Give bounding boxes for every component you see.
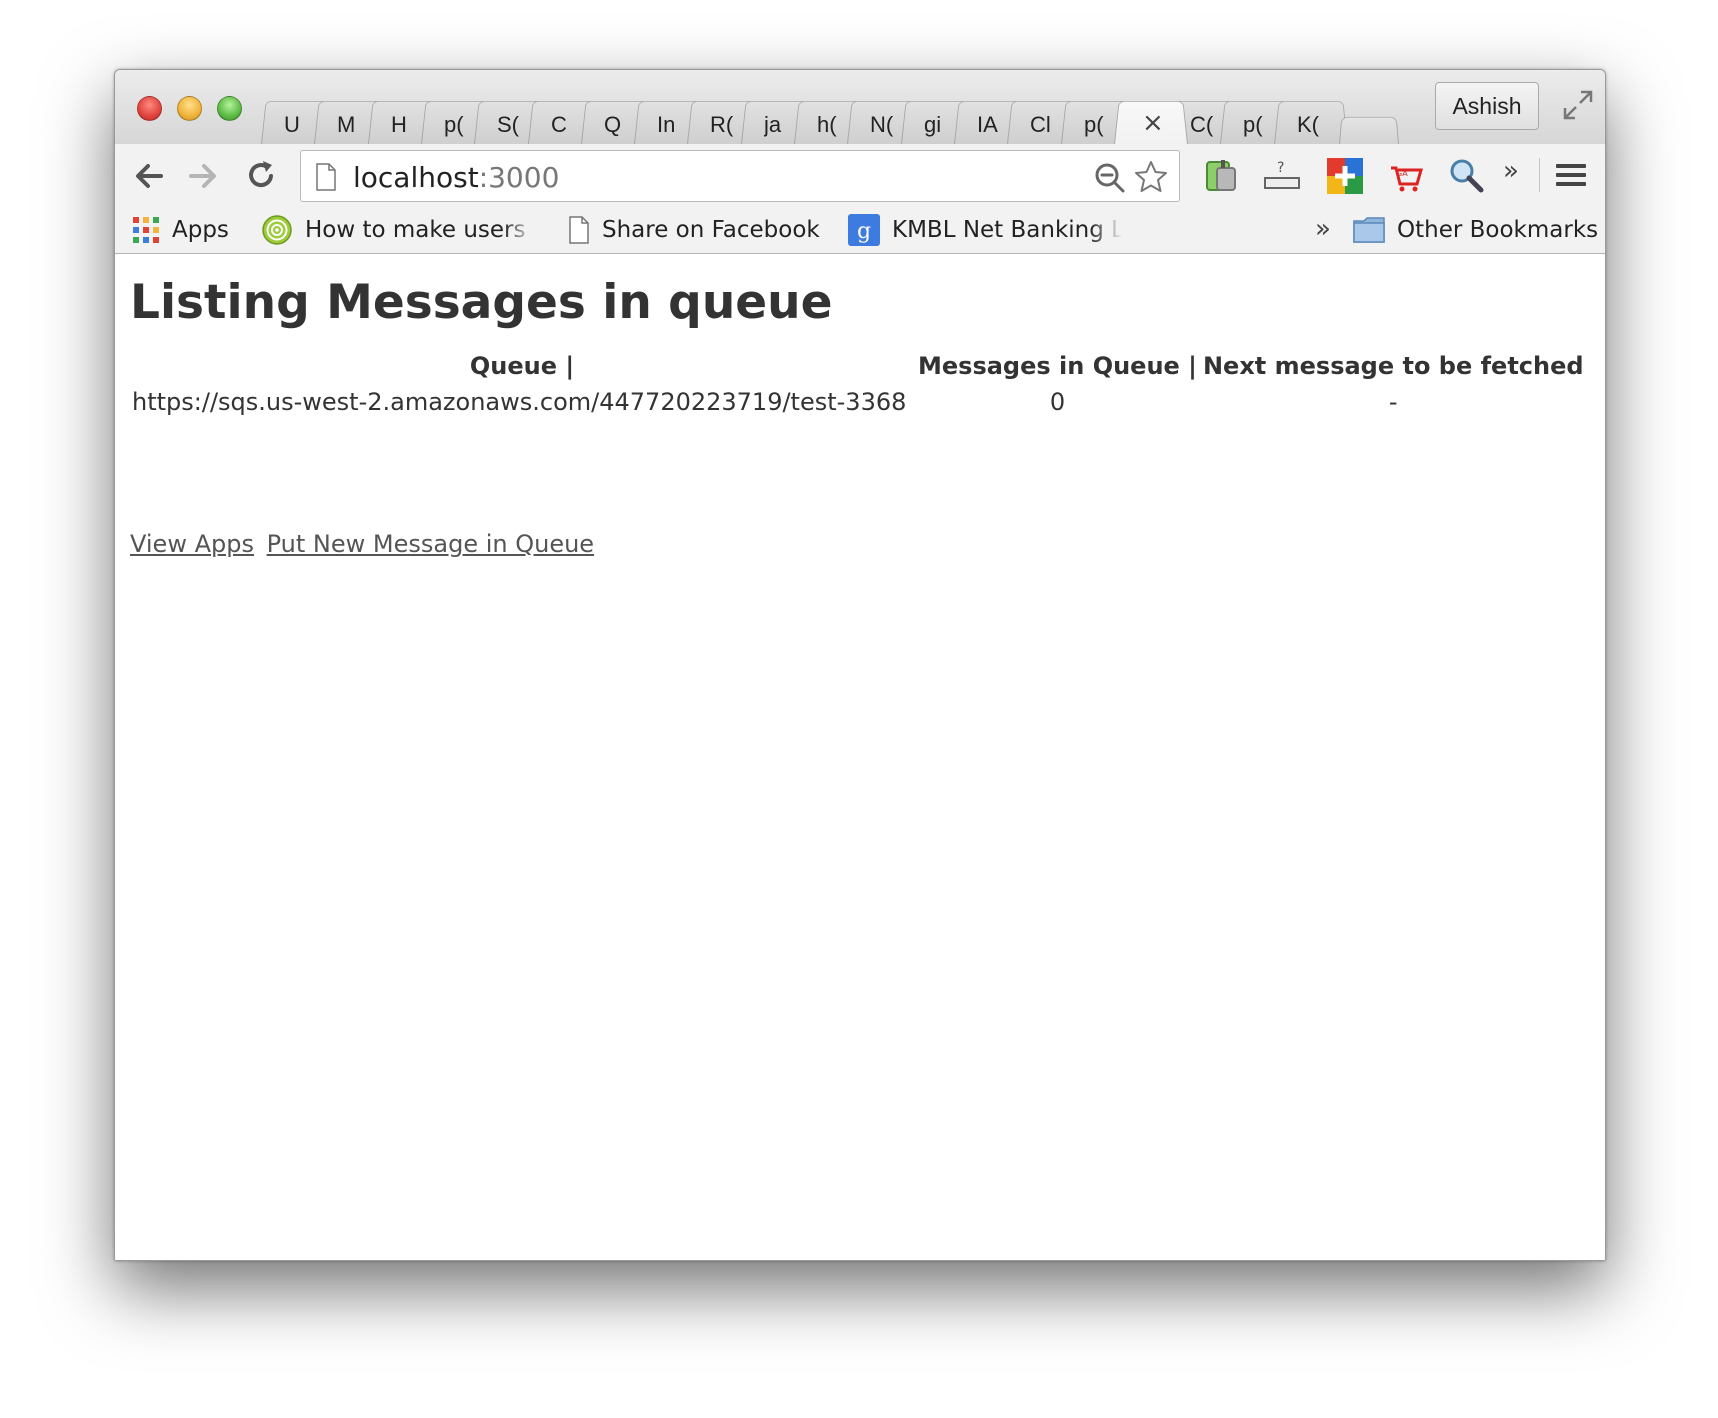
bookmark-other-bookmarks[interactable]: Other Bookmarks bbox=[1353, 214, 1598, 246]
browser-window: U M Hp( S( C Q In R( ja h( N( gi IA Cl p( × C( p( K( Ashis… bbox=[114, 69, 1606, 1261]
bookmark-label: How to make users s bbox=[305, 217, 535, 243]
tab-title: S( bbox=[497, 112, 519, 137]
column-header-next-message: Next message to be fetched bbox=[1202, 352, 1584, 380]
view-apps-link[interactable]: View Apps bbox=[130, 530, 254, 558]
tab-title: gi bbox=[924, 112, 942, 137]
zoom-out-icon[interactable] bbox=[1094, 162, 1126, 194]
extension-evernote-icon[interactable] bbox=[1201, 156, 1241, 196]
tab-title: Cl bbox=[1030, 112, 1051, 137]
tab-title: p( bbox=[1084, 112, 1104, 137]
close-window-button[interactable] bbox=[137, 96, 162, 121]
minimize-window-button[interactable] bbox=[177, 96, 202, 121]
bookmarks-bar: Apps How to make users s Share on Facebo… bbox=[115, 206, 1605, 254]
page-links: View Apps Put New Message in Queue bbox=[130, 530, 599, 558]
bookmark-label: Apps bbox=[172, 217, 229, 243]
page-title: Listing Messages in queue bbox=[130, 275, 833, 330]
extension-google-plus-icon[interactable] bbox=[1325, 156, 1365, 196]
column-header-queue: Queue | bbox=[469, 352, 575, 380]
zoom-window-button[interactable] bbox=[217, 96, 242, 121]
bookmark-kmbl-net-banking[interactable]: g KMBL Net Banking Lo bbox=[848, 214, 1122, 246]
profile-name: Ashish bbox=[1452, 92, 1522, 119]
menu-icon[interactable] bbox=[1556, 162, 1586, 188]
svg-text:?: ? bbox=[1277, 160, 1284, 176]
tab-title: h( bbox=[817, 112, 837, 137]
forward-icon[interactable] bbox=[185, 158, 221, 194]
queue-url-cell: https://sqs.us-west-2.amazonaws.com/4477… bbox=[132, 388, 907, 416]
message-count-cell: 0 bbox=[1049, 388, 1066, 416]
address-bar[interactable]: localhost:3000 bbox=[300, 150, 1180, 202]
bookmark-label: KMBL Net Banking Lo bbox=[892, 217, 1122, 243]
table-header-row: Queue | Messages in Queue | Next message… bbox=[129, 351, 1587, 385]
svg-text:g: g bbox=[857, 219, 871, 244]
new-tab-button[interactable] bbox=[1339, 116, 1399, 144]
tab-title: In bbox=[657, 112, 676, 137]
page-icon bbox=[316, 163, 336, 191]
reload-icon[interactable] bbox=[243, 158, 279, 194]
tab-title: C bbox=[551, 112, 567, 137]
extension-search-icon[interactable] bbox=[1447, 156, 1487, 196]
bookmark-label: Share on Facebook bbox=[602, 217, 820, 243]
page-content: Listing Messages in queue Queue | Messag… bbox=[115, 255, 1605, 1260]
bookmark-label: Other Bookmarks bbox=[1397, 217, 1599, 243]
tab-title: Q bbox=[604, 112, 622, 137]
window-controls bbox=[137, 96, 242, 121]
extension-cart-icon[interactable]: GA bbox=[1387, 156, 1427, 196]
tab-title: N( bbox=[870, 112, 894, 137]
google-g-icon: g bbox=[848, 214, 880, 246]
fullscreen-icon[interactable] bbox=[1561, 88, 1595, 122]
page-icon bbox=[569, 216, 589, 244]
folder-icon bbox=[1353, 217, 1385, 243]
put-new-message-link[interactable]: Put New Message in Queue bbox=[267, 530, 594, 558]
tab-title: M bbox=[337, 112, 356, 137]
toolbar-divider bbox=[1539, 158, 1540, 192]
tab-title: p( bbox=[1243, 112, 1263, 137]
tab-close-icon[interactable]: × bbox=[1142, 108, 1164, 138]
tab-title: ja bbox=[764, 112, 782, 137]
tab-title: H bbox=[391, 112, 407, 137]
bookmark-star-icon[interactable] bbox=[1133, 159, 1169, 195]
more-bookmarks-button[interactable]: » bbox=[1315, 214, 1331, 244]
next-message-cell: - bbox=[1388, 388, 1398, 416]
back-icon[interactable] bbox=[131, 158, 167, 194]
tab-strip: U M Hp( S( C Q In R( ja h( N( gi IA Cl p( × C( p( K( Ashis… bbox=[115, 70, 1605, 144]
tab-title: p( bbox=[444, 112, 464, 137]
table-row: https://sqs.us-west-2.amazonaws.com/4477… bbox=[129, 385, 1587, 419]
toolbar: localhost:3000 ? GA » bbox=[115, 144, 1605, 206]
extension-help-icon[interactable]: ? bbox=[1261, 156, 1301, 196]
bookmark-share-on-facebook[interactable]: Share on Facebook bbox=[568, 214, 820, 246]
extensions-overflow-icon[interactable]: » bbox=[1503, 156, 1519, 186]
bookmark-apps[interactable]: Apps bbox=[132, 214, 229, 246]
queues-table: Queue | Messages in Queue | Next message… bbox=[129, 351, 1587, 419]
bookmark-how-to-make-users[interactable]: How to make users s bbox=[261, 214, 535, 246]
tab-title: IA bbox=[977, 112, 998, 137]
profile-button[interactable]: Ashish bbox=[1435, 82, 1539, 130]
tab-title: R( bbox=[710, 112, 734, 137]
target-icon bbox=[262, 215, 292, 245]
tab-title: U bbox=[284, 112, 300, 137]
apps-grid-icon bbox=[133, 217, 159, 243]
column-header-messages-in-queue: Messages in Queue | bbox=[918, 352, 1197, 380]
url-text: localhost:3000 bbox=[353, 161, 560, 194]
tab-title: C( bbox=[1190, 112, 1214, 137]
tab-title: K( bbox=[1297, 112, 1319, 137]
